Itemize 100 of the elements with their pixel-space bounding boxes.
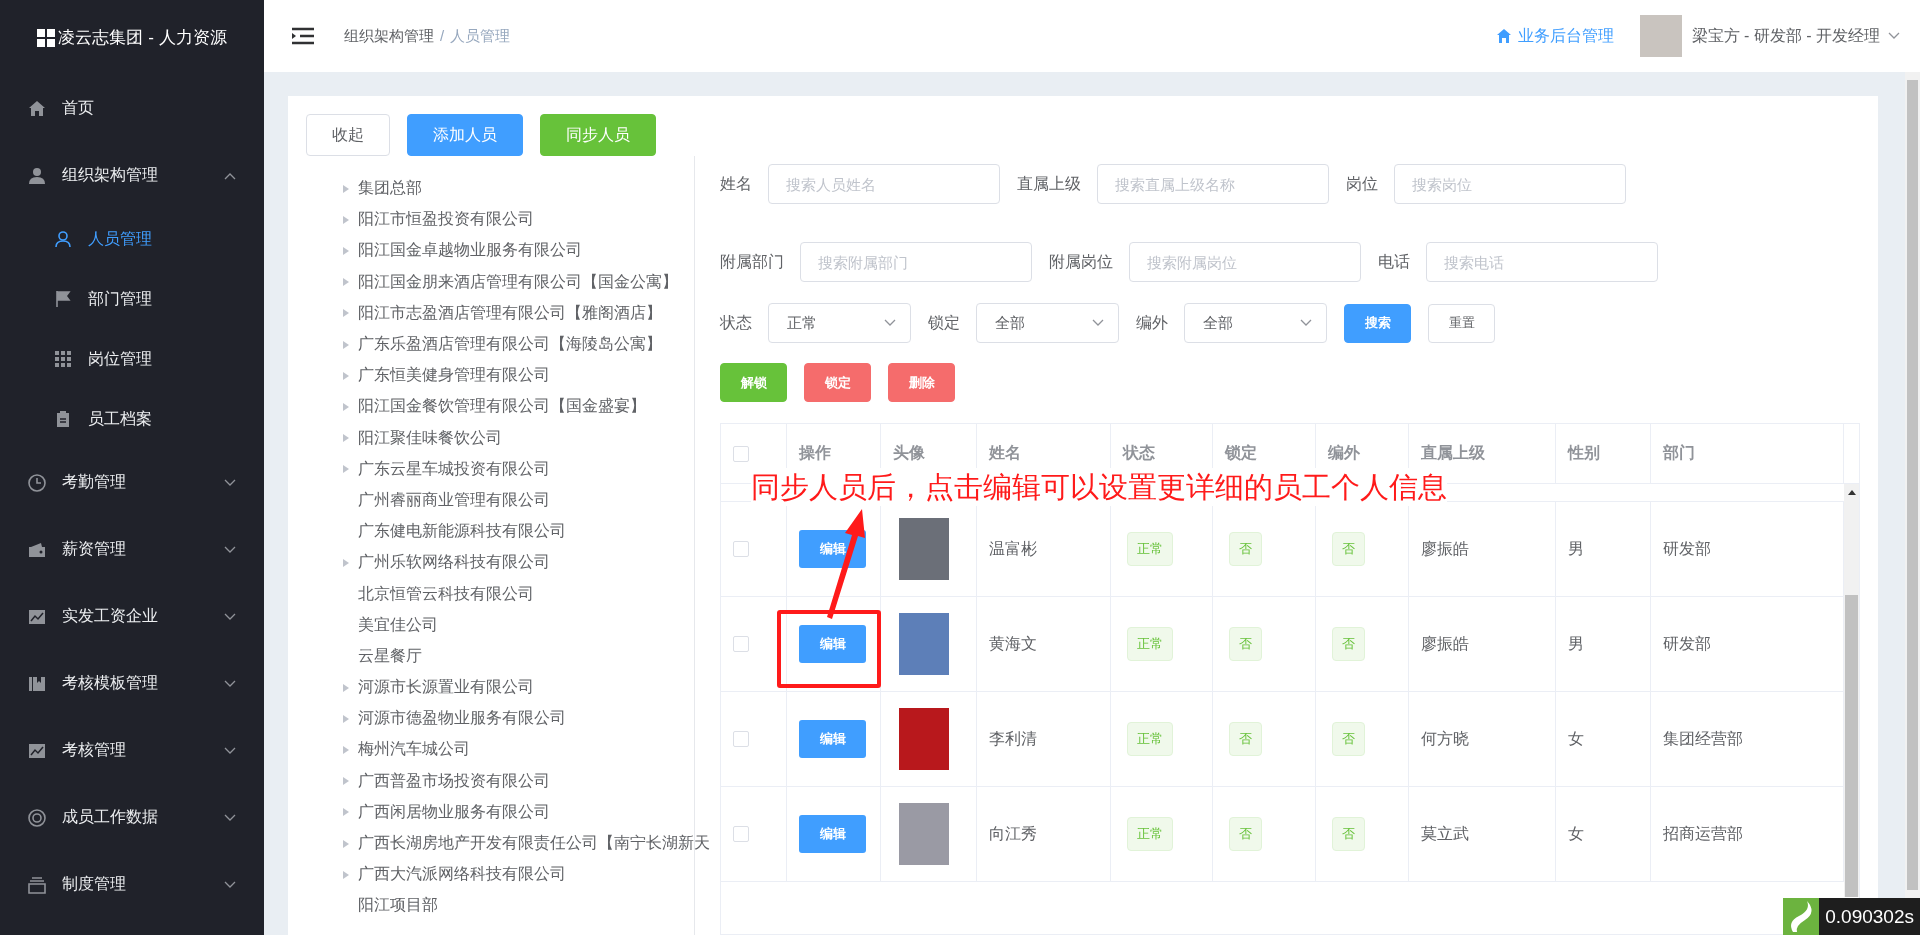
tree-item[interactable]: 阳江市恒盈投资有限公司 bbox=[342, 204, 534, 236]
menu-item[interactable]: 首页 bbox=[0, 75, 264, 142]
flag-icon bbox=[54, 290, 72, 308]
status-tag: 正常 bbox=[1127, 722, 1173, 756]
caret-icon bbox=[884, 319, 896, 327]
tree-item[interactable]: 梅州汽车城公司 bbox=[342, 734, 470, 766]
app-title: 凌云志集团 - 人力资源 bbox=[58, 27, 227, 49]
field-label: 电话 bbox=[1378, 251, 1410, 272]
search-field[interactable]: 搜索直属上级名称 bbox=[1097, 164, 1329, 204]
user-icon bbox=[54, 230, 72, 248]
menu-item[interactable]: 实发工资企业 bbox=[0, 583, 264, 650]
table-cell: 女 bbox=[1556, 692, 1651, 786]
clock-icon bbox=[28, 473, 46, 492]
wallet-icon bbox=[28, 540, 46, 559]
submenu-item[interactable]: 人员管理 bbox=[0, 209, 264, 269]
search-field[interactable]: 搜索岗位 bbox=[1394, 164, 1626, 204]
collapse-button[interactable]: 收起 bbox=[306, 114, 390, 156]
tree-item[interactable]: 阳江项目部 bbox=[342, 890, 438, 922]
tree-item[interactable]: 美宜佳公司 bbox=[342, 609, 438, 641]
column-header: 性别 bbox=[1556, 424, 1651, 483]
column-header: 部门 bbox=[1651, 424, 1844, 483]
submenu-item[interactable]: 员工档案 bbox=[0, 389, 264, 449]
tree-item[interactable]: 云星餐厅 bbox=[342, 640, 422, 672]
clipboard-icon bbox=[54, 410, 72, 428]
scroll-up-icon bbox=[1847, 489, 1856, 495]
search-field[interactable]: 搜索电话 bbox=[1426, 242, 1658, 282]
tree-item[interactable]: 广西长湖房地产开发有限责任公司【南宁长湖新天 bbox=[342, 827, 710, 860]
breadcrumb-item[interactable]: 组织架构管理 bbox=[344, 26, 434, 46]
row-checkbox[interactable] bbox=[733, 731, 749, 747]
grid-icon bbox=[54, 350, 72, 368]
tree-item[interactable]: 阳江国金卓越物业服务有限公司 bbox=[342, 235, 582, 267]
dropdown[interactable]: 全部 bbox=[976, 303, 1119, 343]
tree-item[interactable]: 广东乐盈酒店管理有限公司【海陵岛公寓】 bbox=[342, 328, 662, 361]
tree-item[interactable]: 北京恒管云科技有限公司 bbox=[342, 578, 534, 610]
home-icon bbox=[1495, 28, 1512, 44]
tree-item[interactable]: 广州乐软网络科技有限公司 bbox=[342, 547, 550, 579]
scrollbar[interactable] bbox=[1844, 484, 1859, 897]
scrollbar-thumb[interactable] bbox=[1907, 80, 1918, 890]
status-tag: 否 bbox=[1332, 627, 1365, 661]
select-all-checkbox[interactable] bbox=[733, 445, 749, 462]
reset-button[interactable]: 重置 bbox=[1428, 303, 1495, 343]
status-tag: 否 bbox=[1229, 817, 1262, 851]
row-checkbox[interactable] bbox=[733, 636, 749, 652]
field-label: 附属部门 bbox=[720, 251, 784, 272]
status-tag: 正常 bbox=[1127, 817, 1173, 851]
search-field[interactable]: 搜索附属岗位 bbox=[1129, 242, 1361, 282]
tree-item[interactable]: 广东健电新能源科技有限公司 bbox=[342, 516, 566, 548]
menu-item[interactable]: 制度管理 bbox=[0, 851, 264, 918]
tree-item[interactable]: 阳江市志盈酒店管理有限公司【雅阁酒店】 bbox=[342, 297, 662, 329]
scrollbar-thumb[interactable] bbox=[1845, 595, 1858, 897]
tree-item[interactable]: 广东恒美健身管理有限公司 bbox=[342, 360, 550, 392]
tree-item[interactable]: 阳江聚佳味餐饮公司 bbox=[342, 422, 502, 454]
submenu-item[interactable]: 部门管理 bbox=[0, 269, 264, 329]
photo-placeholder bbox=[899, 613, 949, 675]
table-cell: 黄海文 bbox=[977, 597, 1111, 691]
field-label: 姓名 bbox=[720, 173, 752, 194]
row-checkbox[interactable] bbox=[733, 826, 749, 842]
menu-item[interactable]: 考核模板管理 bbox=[0, 650, 264, 717]
tree-item[interactable]: 广西普盈市场投资有限公司 bbox=[342, 765, 550, 797]
search-field[interactable]: 搜索附属部门 bbox=[800, 242, 1032, 282]
field-label: 状态 bbox=[720, 312, 752, 333]
tree-item[interactable]: 河源市德盈物业服务有限公司 bbox=[342, 703, 566, 735]
search-field[interactable]: 搜索人员姓名 bbox=[768, 164, 1000, 204]
tree-item[interactable]: 广西闲居物业服务有限公司 bbox=[342, 796, 550, 828]
menu-item[interactable]: 成员工作数据 bbox=[0, 784, 264, 851]
menu-item[interactable]: 组织架构管理 bbox=[0, 142, 264, 209]
field-label: 编外 bbox=[1136, 312, 1168, 333]
tree-item[interactable]: 广东云星车城投资有限公司 bbox=[342, 453, 550, 485]
table-cell: 女 bbox=[1556, 787, 1651, 881]
book-icon bbox=[28, 674, 46, 693]
status-tag: 否 bbox=[1229, 627, 1262, 661]
dropdown[interactable]: 全部 bbox=[1184, 303, 1327, 343]
tree-item[interactable]: 阳江国金朋来酒店管理有限公司【国金公寓】 bbox=[342, 266, 678, 298]
breadcrumb-separator: / bbox=[440, 26, 445, 46]
field-label: 岗位 bbox=[1346, 173, 1378, 194]
dropdown-value: 正常 bbox=[787, 313, 817, 333]
status-tag: 否 bbox=[1332, 817, 1365, 851]
caret-icon bbox=[1092, 319, 1104, 327]
tree-item[interactable]: 阳江国金餐饮管理有限公司【国金盛宴】 bbox=[342, 391, 646, 423]
row-checkbox[interactable] bbox=[733, 541, 749, 557]
tree-item[interactable]: 集团总部 bbox=[342, 173, 422, 205]
menu-item[interactable]: 考勤管理 bbox=[0, 449, 264, 516]
status-tag: 正常 bbox=[1127, 627, 1173, 661]
dropdown[interactable]: 正常 bbox=[768, 303, 911, 343]
menu-item[interactable]: 考核管理 bbox=[0, 717, 264, 784]
logo-icon bbox=[37, 28, 56, 47]
dropdown-value: 全部 bbox=[995, 313, 1025, 333]
tree-item[interactable]: 广州睿丽商业管理有限公司 bbox=[342, 484, 550, 517]
table-cell: 何方晓 bbox=[1409, 692, 1556, 786]
status-tag: 正常 bbox=[1127, 532, 1173, 566]
menu-item[interactable]: 薪资管理 bbox=[0, 516, 264, 583]
tree-item[interactable]: 广西大汽派网络科技有限公司 bbox=[342, 859, 566, 891]
avatar-placeholder bbox=[1639, 15, 1682, 57]
table-cell: 向江秀 bbox=[977, 787, 1111, 881]
table-cell: 李利清 bbox=[977, 692, 1111, 786]
table-cell: 廖振皓 bbox=[1409, 597, 1556, 691]
user-menu[interactable]: 梁宝方 - 研发部 - 开发经理 bbox=[1691, 25, 1900, 47]
scrollbar[interactable] bbox=[1905, 72, 1920, 898]
tree-item[interactable]: 河源市长源置业有限公司 bbox=[342, 672, 534, 704]
submenu-item[interactable]: 岗位管理 bbox=[0, 329, 264, 389]
